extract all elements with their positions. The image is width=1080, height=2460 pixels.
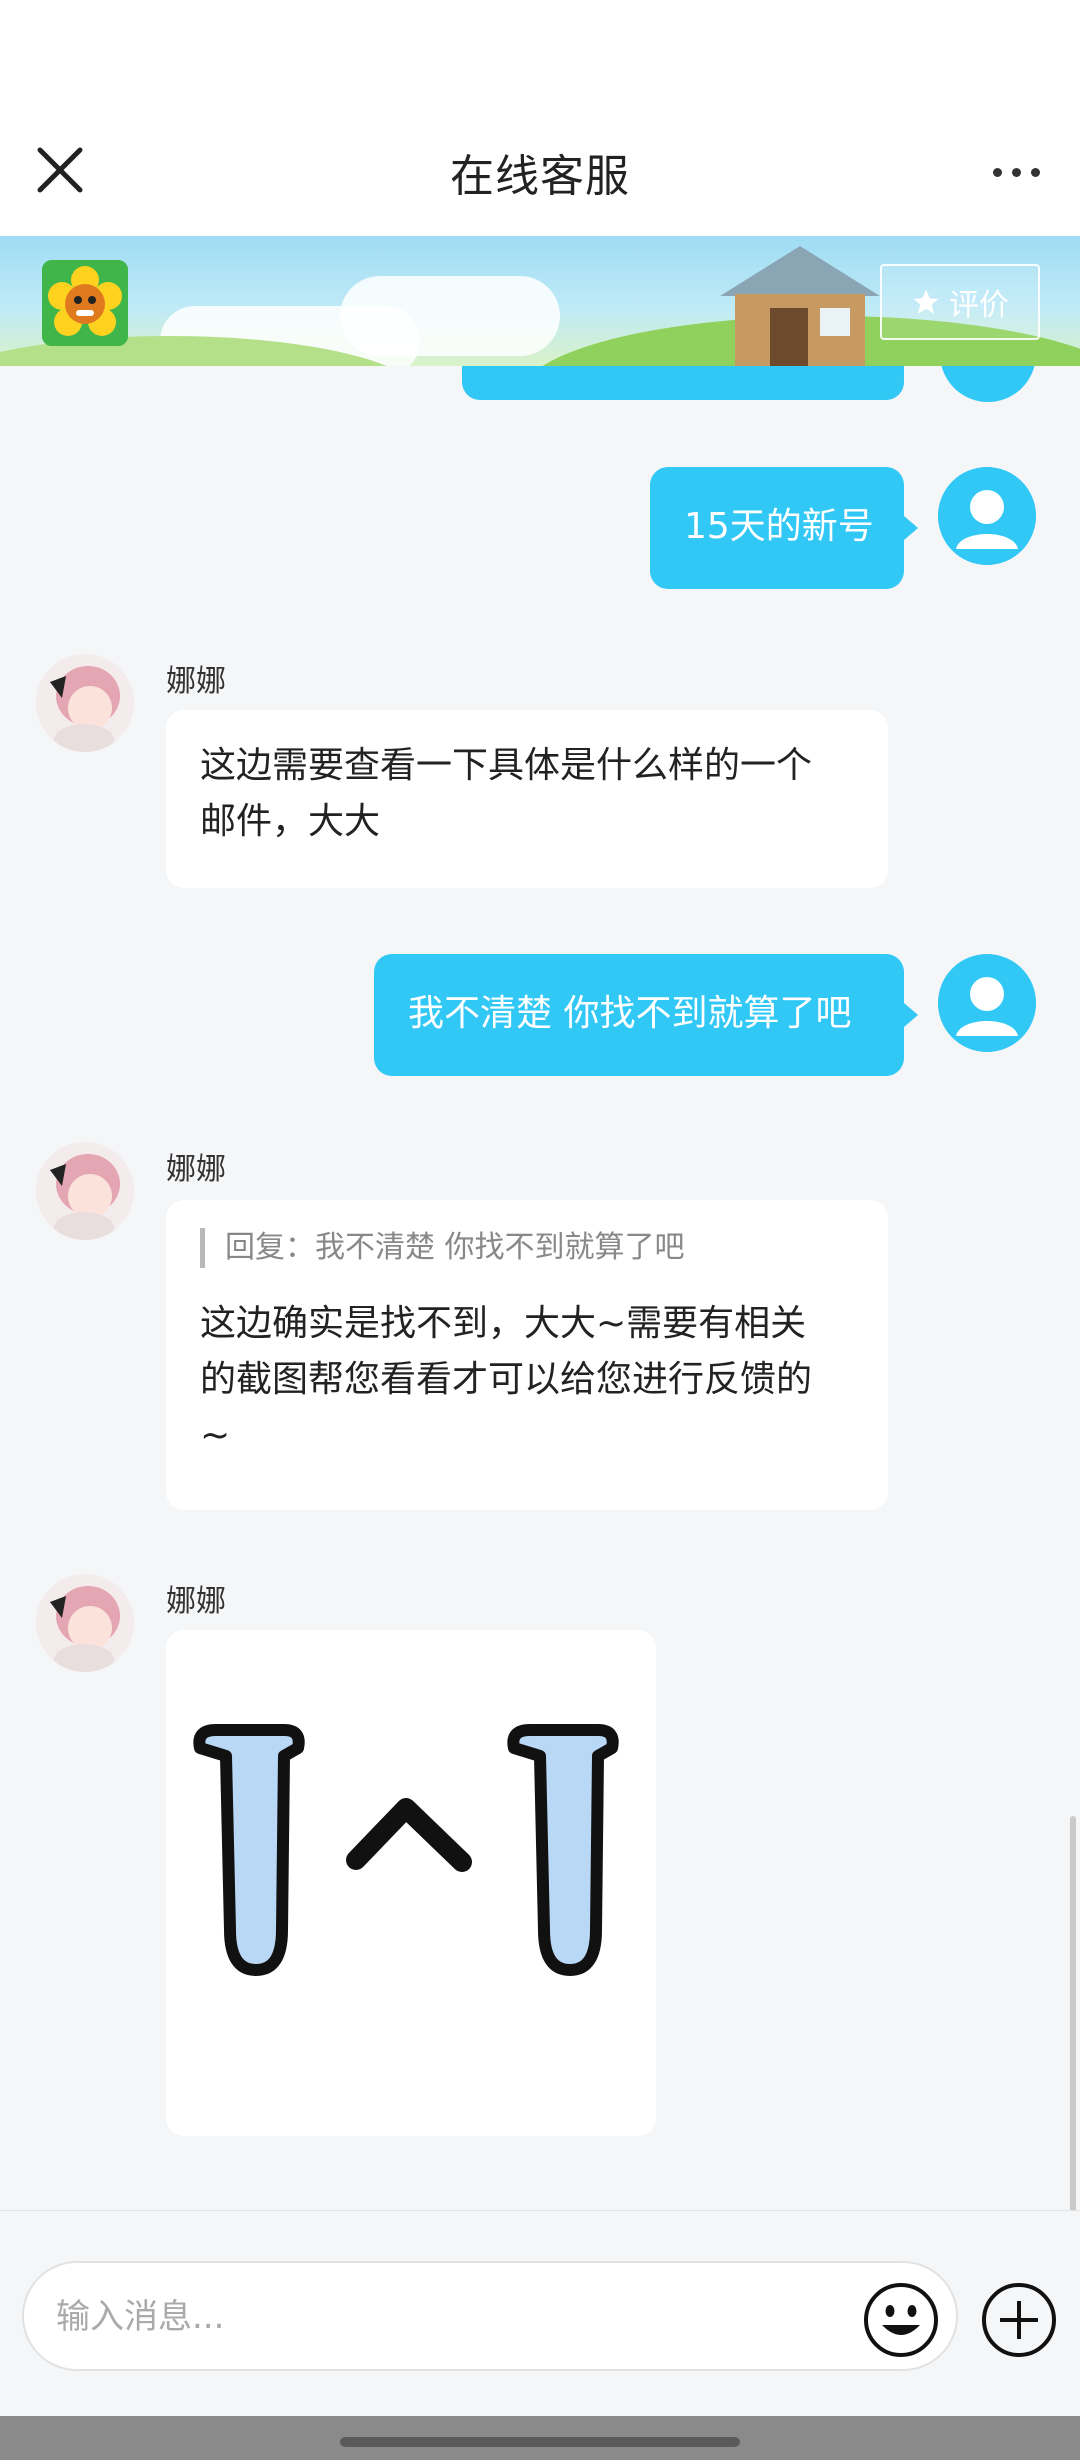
agent-name: 娜娜: [166, 1584, 226, 1619]
agent-avatar[interactable]: [36, 1574, 134, 1672]
page-title: 在线客服: [450, 151, 630, 202]
header: 在线客服: [0, 110, 1080, 237]
plus-icon: [982, 2283, 1056, 2357]
message-line: 的截图帮您看看才可以给您进行反馈的: [200, 1359, 813, 1400]
crying-face-sticker: [193, 1724, 619, 1976]
home-indicator[interactable]: [340, 2437, 740, 2447]
agent-avatar[interactable]: [36, 1142, 134, 1240]
chat-area[interactable]: 15天的新号 娜娜 这边需要查看一下具体是什么样的一个 邮件，大大 我不清楚 你…: [0, 366, 1080, 2210]
message-input-container[interactable]: [22, 2261, 958, 2371]
emoji-icon: [864, 2283, 938, 2357]
message-line: 邮件，大大: [200, 801, 381, 842]
user-avatar[interactable]: [938, 467, 1036, 565]
game-icon[interactable]: [42, 260, 128, 346]
agent-name: 娜娜: [166, 664, 226, 699]
plus-button[interactable]: [980, 2281, 1058, 2359]
user-message-bubble[interactable]: 15天的新号: [650, 467, 918, 589]
sticker-message-bubble[interactable]: [166, 1630, 656, 2136]
emoji-button[interactable]: [862, 2281, 940, 2359]
message-input[interactable]: [54, 2281, 858, 2353]
user-message-bubble[interactable]: 我不清楚 你找不到就算了吧: [374, 954, 918, 1076]
user-avatar[interactable]: [938, 954, 1036, 1052]
rate-label: 评价: [949, 288, 1009, 323]
message-bubble-partial: [462, 366, 904, 400]
agent-avatar-image: [36, 1574, 134, 1672]
agent-message-bubble[interactable]: 这边需要查看一下具体是什么样的一个 邮件，大大: [166, 710, 888, 888]
agent-avatar-image: [36, 654, 134, 752]
message-line: ~: [200, 1415, 231, 1456]
agent-message-bubble[interactable]: 回复：我不清楚 你找不到就算了吧 这边确实是找不到，大大~需要有相关 的截图帮您…: [166, 1200, 888, 1510]
user-avatar: [940, 366, 1036, 402]
status-bar-area: [0, 0, 1080, 110]
more-icon: [992, 167, 1002, 177]
agent-avatar[interactable]: [36, 654, 134, 752]
user-avatar-icon: [938, 467, 1036, 565]
rate-button[interactable]: 评价: [880, 264, 1040, 340]
star-icon: [913, 289, 939, 314]
agent-name: 娜娜: [166, 1152, 226, 1187]
user-avatar-icon: [938, 954, 1036, 1052]
house-illustration: [720, 246, 880, 366]
message-line: 这边需要查看一下具体是什么样的一个: [200, 745, 813, 786]
reply-quote: 回复：我不清楚 你找不到就算了吧: [200, 1228, 854, 1268]
more-button[interactable]: [980, 140, 1052, 204]
agent-avatar-image: [36, 1142, 134, 1240]
input-bar: [0, 2210, 1080, 2411]
message-line: 这边确实是找不到，大大~需要有相关: [200, 1303, 807, 1344]
scrollbar[interactable]: [1070, 1816, 1076, 2212]
game-banner: 评价: [0, 236, 1080, 366]
